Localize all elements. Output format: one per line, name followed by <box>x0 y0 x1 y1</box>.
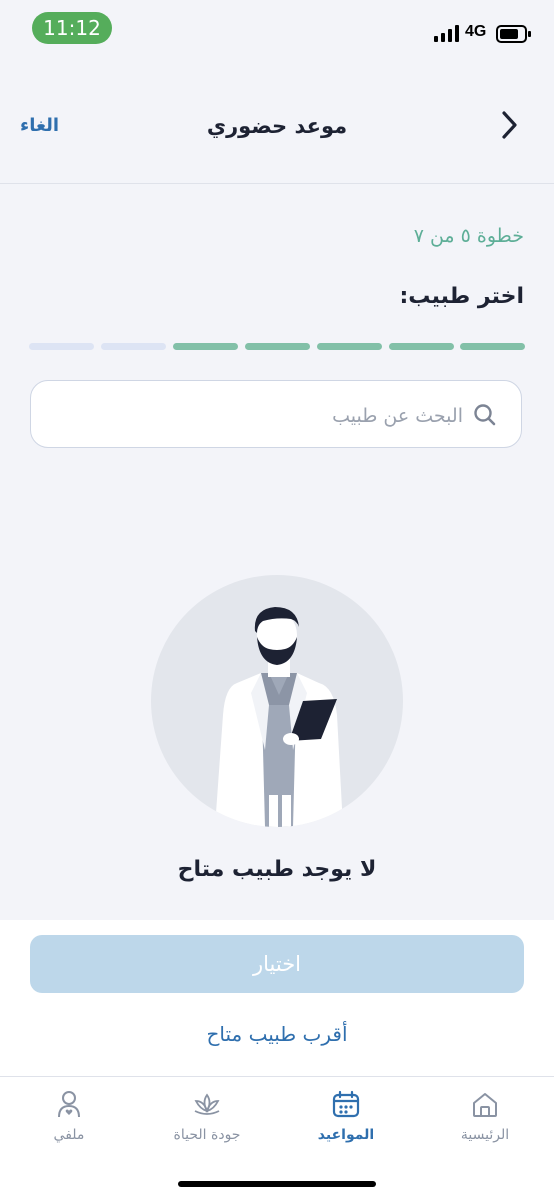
doctor-illustration <box>151 575 403 827</box>
tab-home[interactable]: الرئيسية <box>430 1089 540 1153</box>
header: الغاء موعد حضوري <box>0 60 554 184</box>
doctor-search-box <box>30 380 522 448</box>
network-type: 4G <box>465 23 487 40</box>
chevron-right-icon[interactable] <box>494 108 524 142</box>
progress-segment <box>389 343 454 350</box>
progress-segment <box>245 343 310 350</box>
home-indicator <box>178 1181 376 1187</box>
tab-label: الرئيسية <box>460 1127 510 1143</box>
search-icon[interactable] <box>471 401 499 429</box>
empty-state-message: لا يوجد طبيب متاح <box>177 857 377 882</box>
step-indicator: خطوة ٥ من ٧ <box>413 225 524 247</box>
profile-icon <box>58 1091 80 1118</box>
tab-profile[interactable]: ملفي <box>14 1089 124 1153</box>
nearest-doctor-link[interactable]: أقرب طبيب متاح <box>0 1022 554 1046</box>
search-input[interactable] <box>51 393 465 439</box>
tab-appointments[interactable]: المواعيد <box>291 1089 401 1153</box>
step-progress-bar <box>29 343 525 351</box>
progress-segment <box>173 343 238 350</box>
tab-label: جودة الحياة <box>173 1127 241 1143</box>
progress-segment <box>101 343 166 350</box>
tab-label: ملفي <box>53 1127 85 1143</box>
bottom-action-panel: اختيار أقرب طبيب متاح <box>0 920 554 1076</box>
home-icon <box>473 1093 497 1117</box>
select-button[interactable]: اختيار <box>30 935 524 993</box>
tab-quality-of-life[interactable]: جودة الحياة <box>152 1089 262 1153</box>
progress-segment <box>460 343 525 350</box>
signal-icon <box>434 25 459 42</box>
progress-segment <box>29 343 94 350</box>
battery-icon <box>496 25 531 43</box>
progress-segment <box>317 343 382 350</box>
section-heading: اختر طبيب: <box>399 284 525 309</box>
tab-label: المواعيد <box>317 1127 375 1143</box>
calendar-icon <box>332 1090 360 1118</box>
tab-bar: ملفي جودة الحياة المواعيد الرئيسية <box>0 1076 554 1200</box>
lotus-icon <box>194 1093 220 1115</box>
status-bar: 11:12 4G <box>0 0 554 60</box>
status-time: 11:12 <box>32 12 112 44</box>
page-title: موعد حضوري <box>206 114 348 138</box>
